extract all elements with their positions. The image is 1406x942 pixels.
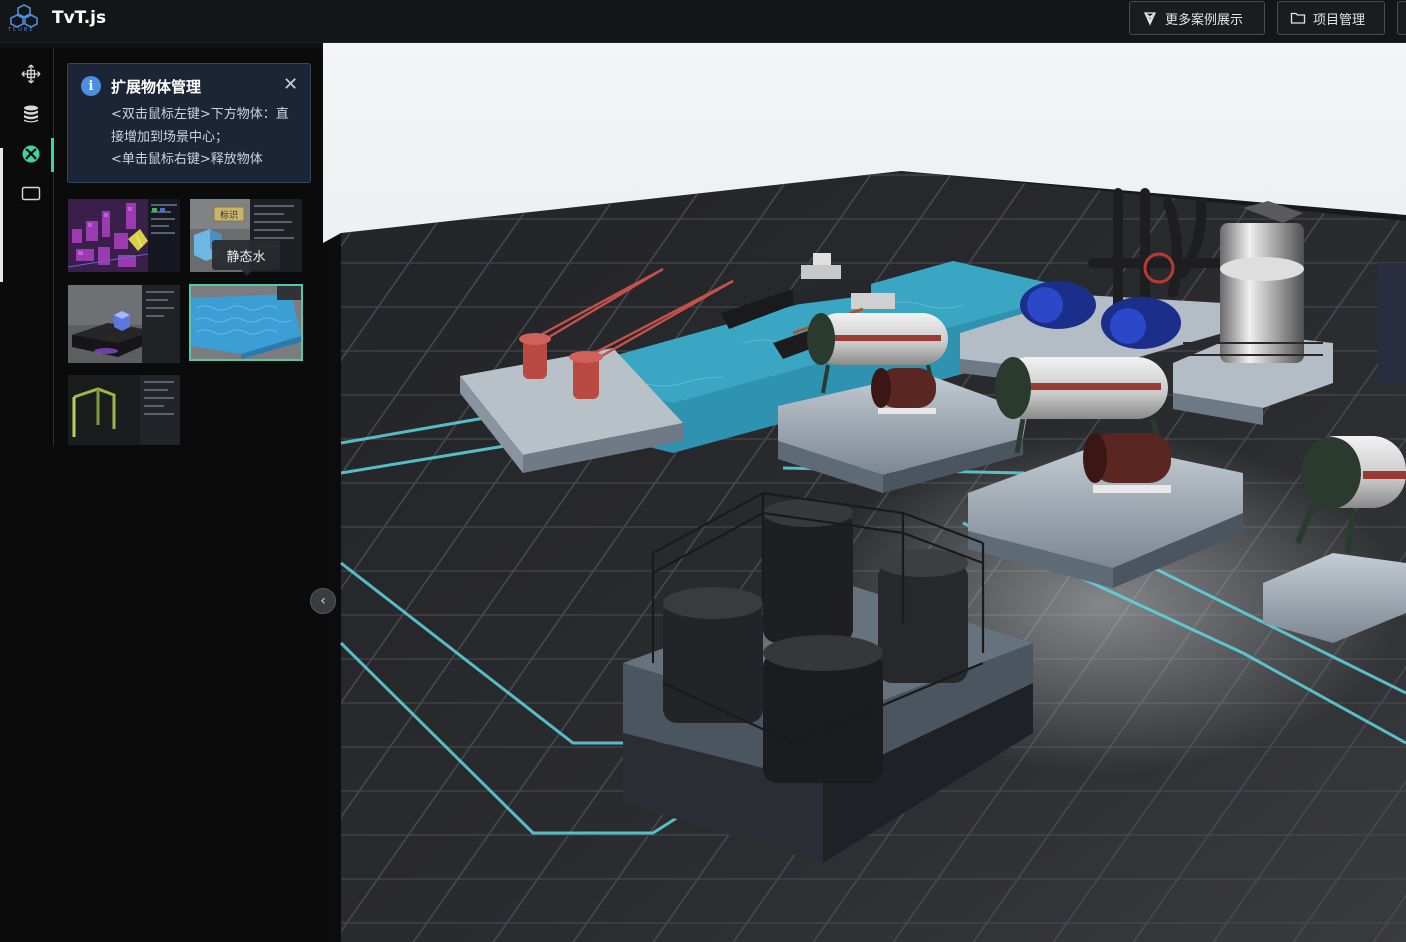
notice-title: 扩展物体管理 bbox=[111, 78, 202, 96]
close-icon[interactable]: ✕ bbox=[283, 76, 298, 94]
top-bar: TCUBE TvT.js 更多案例展示 项目管理 bbox=[0, 0, 1406, 43]
more-cases-label: 更多案例展示 bbox=[1165, 12, 1244, 28]
more-cases-button[interactable]: 更多案例展示 bbox=[1129, 1, 1265, 35]
xbox-icon[interactable] bbox=[19, 142, 43, 166]
folder-icon bbox=[1290, 12, 1306, 24]
notice-panel: i 扩展物体管理 ✕ <双击鼠标左键>下方物体：直 接增加到场景中心； <单击鼠… bbox=[67, 63, 311, 183]
project-manage-label: 项目管理 bbox=[1313, 12, 1366, 28]
info-icon: i bbox=[81, 76, 101, 96]
label-tag-text: 标识 bbox=[220, 209, 238, 221]
thumbnail-pipe[interactable] bbox=[68, 375, 180, 445]
sidebar: i 扩展物体管理 ✕ <双击鼠标左键>下方物体：直 接增加到场景中心； <单击鼠… bbox=[0, 48, 323, 942]
notice-body: <双击鼠标左键>下方物体：直 接增加到场景中心； <单击鼠标右键>释放物体 bbox=[111, 104, 301, 172]
app-title: TvT.js bbox=[52, 8, 107, 28]
notice-line: <单击鼠标右键>释放物体 bbox=[111, 152, 263, 167]
transform-icon[interactable] bbox=[19, 62, 43, 86]
thumbnail-static-water[interactable] bbox=[189, 284, 303, 361]
notice-line: <双击鼠标左键>下方物体：直 bbox=[111, 107, 289, 122]
thumbnail-tooltip: 静态水 bbox=[212, 240, 280, 276]
project-manage-button[interactable]: 项目管理 bbox=[1277, 1, 1385, 35]
chevron-left-icon: ‹ bbox=[320, 593, 326, 609]
collapse-sidebar-button[interactable]: ‹ bbox=[310, 588, 336, 614]
notice-line: 接增加到场景中心； bbox=[111, 129, 229, 145]
overflow-button[interactable] bbox=[1397, 1, 1406, 35]
thumbnail-city[interactable] bbox=[68, 199, 180, 272]
screen-icon[interactable] bbox=[19, 182, 43, 206]
logo-subtitle: TCUBE bbox=[8, 27, 35, 33]
rail-active-indicator bbox=[51, 138, 54, 172]
icon-rail bbox=[0, 48, 54, 446]
thumbnail-platform[interactable] bbox=[68, 285, 180, 363]
database-icon[interactable] bbox=[19, 102, 43, 126]
scene-viewport[interactable] bbox=[323, 43, 1406, 942]
diamond-icon bbox=[1143, 12, 1157, 26]
